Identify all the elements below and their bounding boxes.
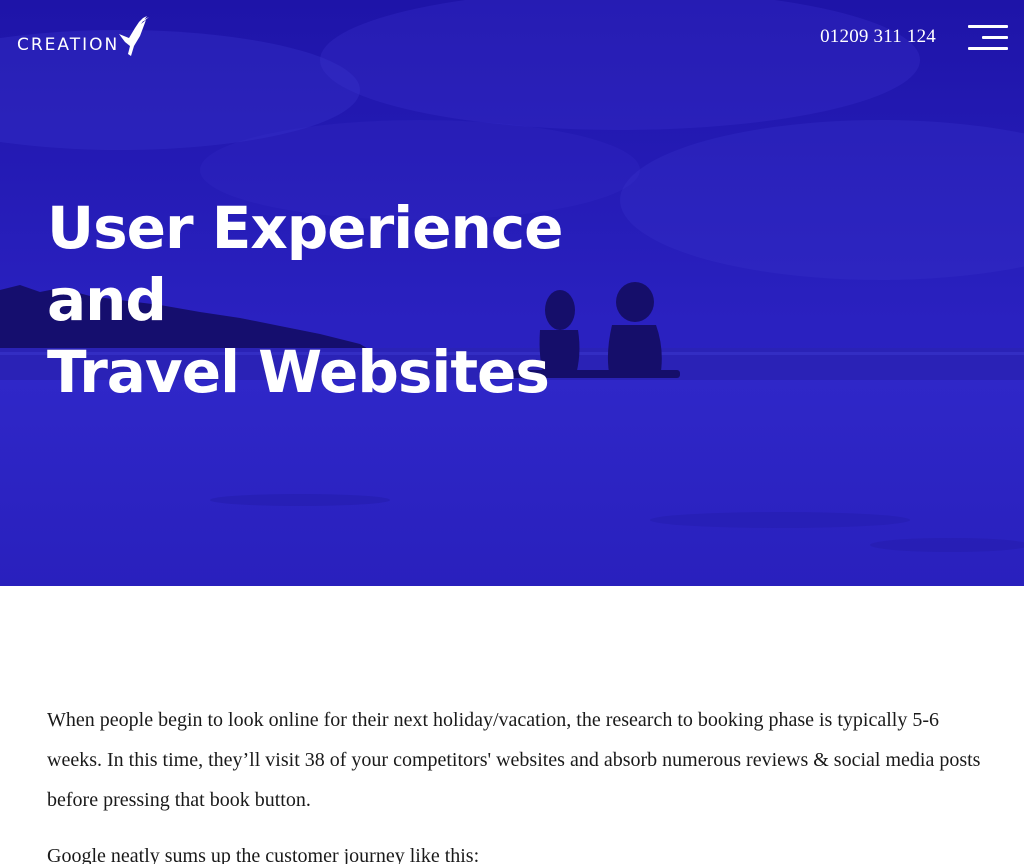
page-title-line-2: Travel Websites xyxy=(47,338,550,406)
menu-line xyxy=(968,47,1008,50)
page-title: User Experience and Travel Websites xyxy=(47,192,687,408)
logo-text: CREATION xyxy=(17,34,120,55)
hamburger-menu-icon[interactable] xyxy=(968,25,1008,51)
article-body: When people begin to look online for the… xyxy=(47,700,982,864)
hummingbird-logo-icon xyxy=(119,16,150,56)
menu-line xyxy=(968,25,1008,28)
hero-banner: CREATION 01209 311 124 User Experience a… xyxy=(0,0,1024,586)
phone-number-link[interactable]: 01209 311 124 xyxy=(820,26,936,48)
page-title-line-1: User Experience and xyxy=(47,194,563,334)
article-paragraph-1: When people begin to look online for the… xyxy=(47,709,981,811)
menu-line xyxy=(982,36,1008,39)
creation-logo[interactable]: CREATION xyxy=(17,16,153,58)
article-paragraph-2: Google neatly sums up the customer journ… xyxy=(47,845,480,864)
